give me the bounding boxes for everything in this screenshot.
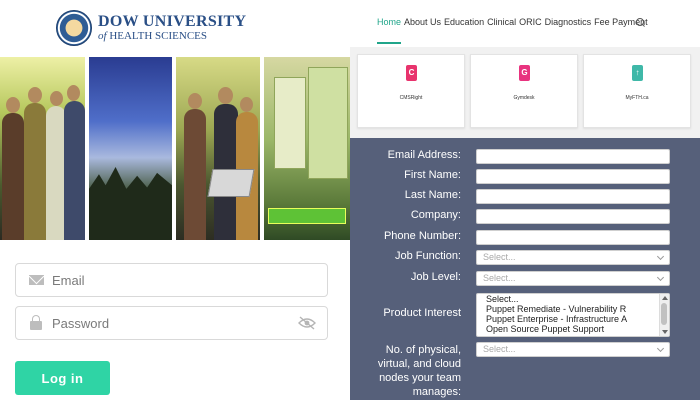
app-card-gymdesk[interactable]: G Gymdesk (470, 54, 578, 128)
nav-education[interactable]: Education (444, 17, 484, 27)
job-function-value: Select... (483, 252, 516, 262)
nav-diagnostics[interactable]: Diagnostics (545, 17, 592, 27)
nav-clinical[interactable]: Clinical (487, 17, 516, 27)
app-shortcuts: C CMSRight G Gymdesk ↑ MyFTH.ca (350, 47, 700, 138)
scroll-thumb[interactable] (661, 303, 667, 325)
search-icon[interactable] (636, 18, 644, 26)
nav-active-indicator (377, 42, 401, 44)
eye-slash-icon[interactable] (298, 316, 316, 330)
mail-icon (28, 272, 44, 288)
job-function-label: Job Function: (394, 250, 461, 262)
scroll-down-arrow-icon[interactable] (662, 330, 668, 334)
product-option[interactable]: Select... (477, 294, 669, 304)
product-interest-label: Product Interest (383, 307, 461, 319)
event-banner-photo (264, 57, 350, 240)
nodes-count-value: Select... (483, 344, 516, 354)
product-option[interactable]: Open Source Puppet Support (477, 324, 669, 334)
students-laptop-photo (176, 57, 260, 240)
job-level-select[interactable]: Select... (476, 271, 670, 286)
students-group-photo (0, 57, 85, 240)
lock-icon (28, 315, 44, 331)
app-card-cmsright[interactable]: C CMSRight (357, 54, 465, 128)
university-name: DOW UNIVERSITY of HEALTH SCIENCES (98, 12, 247, 43)
top-navigation: Home About Us Education Clinical ORIC Di… (350, 0, 700, 47)
university-logo: DOW UNIVERSITY of HEALTH SCIENCES (56, 10, 246, 46)
listbox-scrollbar[interactable] (659, 294, 669, 336)
university-name-line2: of HEALTH SCIENCES (98, 30, 246, 43)
right-panel: Home About Us Education Clinical ORIC Di… (350, 0, 700, 400)
product-option[interactable]: Puppet Enterprise - Infrastructure A (477, 314, 669, 324)
scroll-up-arrow-icon[interactable] (662, 296, 668, 300)
mountain-landscape-photo (89, 57, 172, 240)
app-name-gymdesk: Gymdesk (513, 95, 535, 101)
photo-strip (0, 57, 350, 240)
password-field[interactable]: Password (15, 306, 328, 340)
university-name-line1: DOW UNIVERSITY (98, 12, 247, 30)
company-label: Company: (410, 209, 461, 221)
nav-menu: Home About Us Education Clinical ORIC Di… (377, 17, 651, 27)
nodes-count-label: No. of physical, virtual, and cloud node… (377, 344, 461, 398)
cmsright-app-icon: C (406, 65, 417, 81)
password-placeholder: Password (52, 315, 110, 331)
email-placeholder: Email (52, 272, 85, 288)
product-interest-listbox[interactable]: Select... Puppet Remediate - Vulnerabili… (476, 293, 670, 337)
chevron-down-icon (656, 252, 665, 261)
email-field[interactable]: Email (15, 263, 328, 297)
app-name-cmsright: CMSRight (399, 95, 423, 101)
last-name-input[interactable] (476, 189, 670, 204)
chevron-down-icon (656, 344, 665, 353)
nodes-count-select[interactable]: Select... (476, 342, 670, 357)
myfth-app-icon: ↑ (632, 65, 643, 81)
gymdesk-app-icon: G (519, 65, 530, 81)
university-seal-icon (56, 10, 92, 46)
login-panel: DOW UNIVERSITY of HEALTH SCIENCES Email … (0, 0, 350, 400)
nav-home[interactable]: Home (377, 17, 401, 27)
phone-number-label: Phone Number: (383, 230, 461, 242)
phone-number-input[interactable] (476, 230, 670, 245)
job-level-value: Select... (483, 273, 516, 283)
university-name-rest: HEALTH SCIENCES (106, 29, 207, 42)
first-name-label: First Name: (404, 169, 461, 181)
last-name-label: Last Name: (404, 189, 461, 201)
login-button[interactable]: Log in (15, 361, 110, 395)
email-address-label: Email Address: (387, 149, 461, 161)
nav-about-us[interactable]: About Us (404, 17, 441, 27)
university-name-of: of (98, 29, 107, 42)
email-address-input[interactable] (476, 149, 670, 164)
app-card-myfth[interactable]: ↑ MyFTH.ca (583, 54, 691, 128)
product-option[interactable]: Puppet Remediate - Vulnerability R (477, 304, 669, 314)
lead-form: Email Address: First Name: Last Name: Co… (350, 138, 700, 400)
app-name-myfth: MyFTH.ca (625, 95, 649, 101)
first-name-input[interactable] (476, 169, 670, 184)
nav-oric[interactable]: ORIC (519, 17, 542, 27)
job-level-label: Job Level: (410, 271, 461, 283)
company-input[interactable] (476, 209, 670, 224)
chevron-down-icon (656, 273, 665, 282)
job-function-select[interactable]: Select... (476, 250, 670, 265)
